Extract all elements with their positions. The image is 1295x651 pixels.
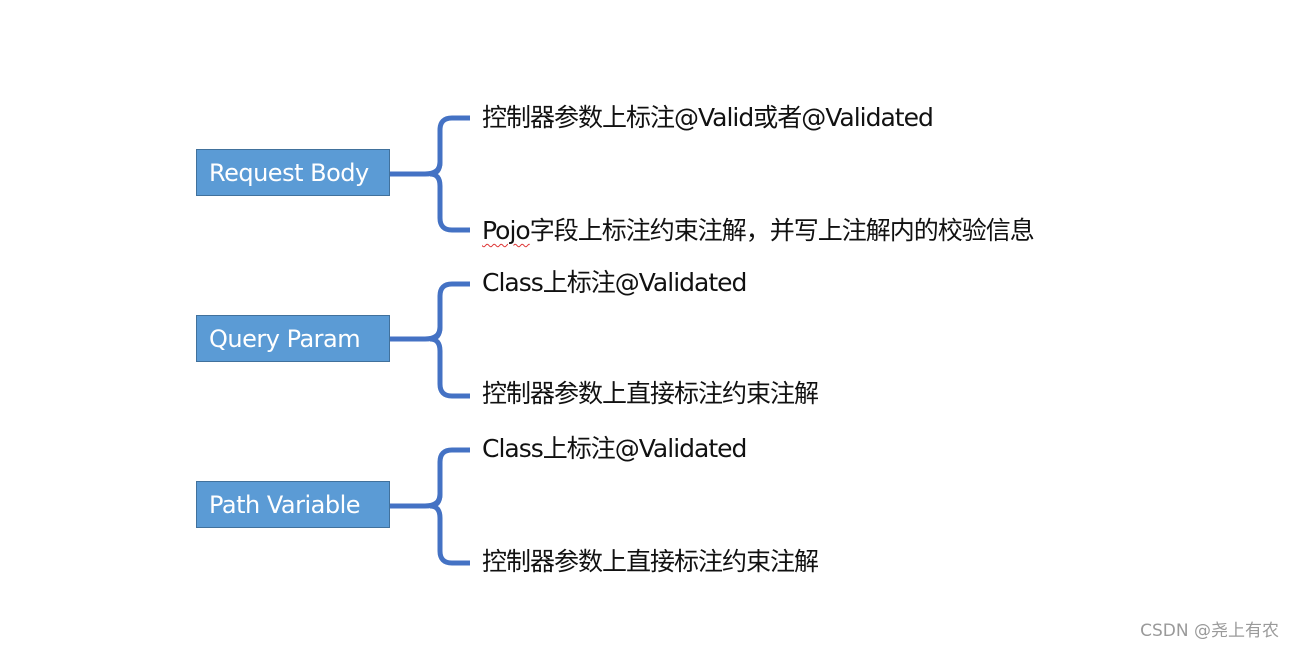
bracket-path-variable — [390, 447, 470, 566]
node-request-body: Request Body — [196, 149, 390, 196]
bracket-query-param — [390, 281, 470, 399]
leaf-path-variable-2: 控制器参数上直接标注约束注解 — [482, 547, 819, 576]
leaf-query-param-2: 控制器参数上直接标注约束注解 — [482, 379, 819, 408]
brace — [429, 281, 470, 399]
leaf-request-body-1: 控制器参数上标注@Valid或者@Validated — [482, 103, 934, 132]
leaf-query-param-1: Class上标注@Validated — [482, 268, 747, 297]
spellcheck-word: Pojo — [482, 216, 531, 245]
leaf-path-variable-1: Class上标注@Validated — [482, 434, 747, 463]
bracket-request-body — [390, 115, 470, 233]
node-label: Query Param — [209, 324, 361, 353]
brace — [429, 115, 470, 233]
leaf-request-body-2: Pojo字段上标注约束注解，并写上注解内的校验信息 — [482, 216, 1035, 245]
brace — [429, 447, 470, 566]
node-query-param: Query Param — [196, 315, 390, 362]
node-label: Request Body — [209, 158, 369, 187]
watermark: CSDN @尧上有农 — [1140, 621, 1279, 641]
node-path-variable: Path Variable — [196, 481, 390, 528]
node-label: Path Variable — [209, 490, 361, 519]
